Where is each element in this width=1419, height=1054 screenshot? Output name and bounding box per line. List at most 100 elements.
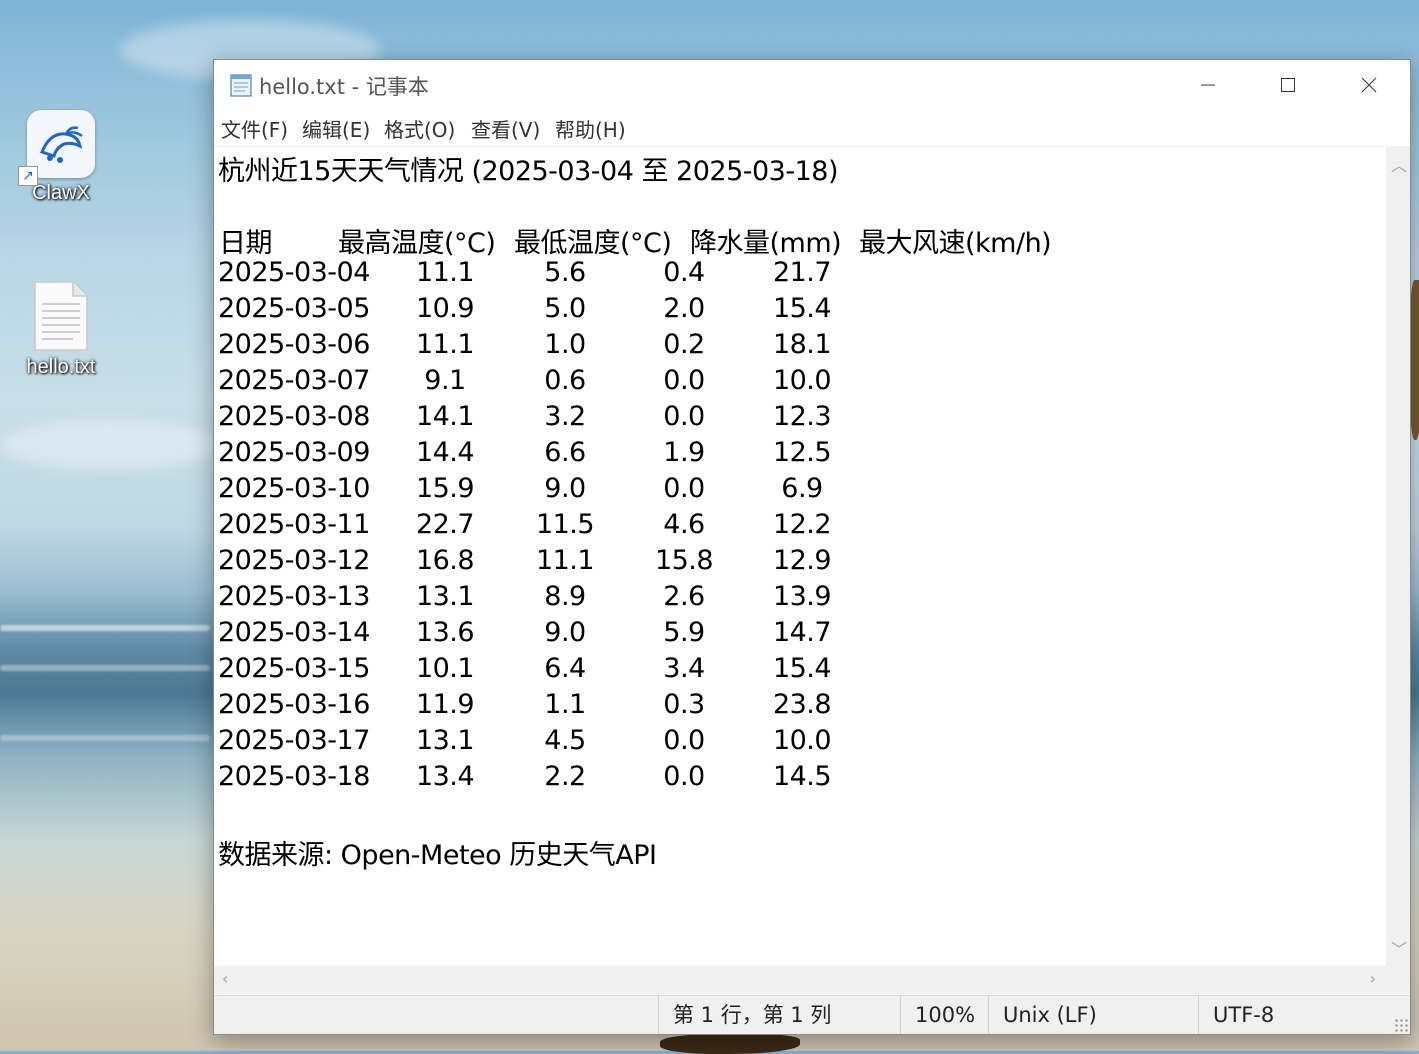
close-button[interactable]	[1329, 60, 1409, 110]
menu-edit[interactable]: 编辑(E)	[302, 114, 370, 143]
row-value: 2.6	[663, 581, 705, 612]
row-value: 6.4	[544, 653, 586, 684]
doc-footer-line: 数据来源: Open-Meteo 历史天气API	[218, 840, 657, 871]
row-value: 5.0	[544, 293, 586, 324]
menu-view[interactable]: 查看(V)	[471, 114, 540, 143]
wave	[0, 735, 210, 741]
claw-app-icon: ↗	[18, 110, 95, 186]
desktop-icon-hello-txt[interactable]: hello.txt	[16, 280, 106, 379]
row-value: 0.0	[663, 761, 705, 792]
row-date: 2025-03-06	[218, 329, 370, 360]
row-value: 1.0	[544, 329, 586, 360]
row-value: 0.4	[663, 257, 705, 288]
row-value: 4.5	[544, 725, 586, 756]
row-value: 0.0	[663, 401, 705, 432]
text-file-icon	[33, 280, 89, 352]
menu-file[interactable]: 文件(F)	[221, 114, 288, 143]
row-value: 11.5	[535, 509, 595, 540]
row-value: 11.1	[535, 545, 595, 576]
row-value: 0.3	[663, 689, 705, 720]
row-value: 13.4	[415, 761, 475, 792]
notepad-window[interactable]: hello.txt - 记事本 文件(F) 编辑(E) 格式(O) 查看(V) …	[213, 59, 1411, 1035]
row-value: 0.0	[663, 725, 705, 756]
row-value: 2.2	[544, 761, 586, 792]
row-date: 2025-03-16	[218, 689, 370, 720]
row-value: 6.6	[544, 437, 586, 468]
row-value: 11.9	[415, 689, 475, 720]
close-icon	[1361, 77, 1377, 93]
header-wind: 最大风速(km/h)	[859, 228, 1052, 259]
row-value: 11.1	[415, 257, 475, 288]
row-value: 15.9	[415, 473, 475, 504]
menu-help[interactable]: 帮助(H)	[555, 114, 626, 143]
row-value: 13.9	[772, 581, 832, 612]
row-value: 15.4	[772, 293, 832, 324]
scroll-up-icon[interactable]: ︿	[1391, 152, 1407, 176]
row-date: 2025-03-17	[218, 725, 370, 756]
row-value: 6.9	[781, 473, 823, 504]
row-value: 8.9	[544, 581, 586, 612]
row-date: 2025-03-12	[218, 545, 370, 576]
maximize-button[interactable]	[1248, 60, 1328, 110]
header-precip: 降水量(mm)	[690, 228, 842, 259]
row-value: 23.8	[772, 689, 832, 720]
row-value: 5.9	[663, 617, 705, 648]
cloud	[0, 420, 220, 470]
notepad-icon	[228, 72, 254, 102]
row-value: 5.6	[544, 257, 586, 288]
row-value: 15.4	[772, 653, 832, 684]
scrollbar-corner	[1386, 966, 1410, 994]
row-date: 2025-03-13	[218, 581, 370, 612]
header-date: 日期	[219, 228, 273, 259]
rock	[660, 1034, 800, 1054]
window-title: hello.txt - 记事本	[259, 75, 429, 99]
scroll-right-icon[interactable]: ›	[1370, 969, 1376, 988]
desktop-icon-label: hello.txt	[26, 356, 96, 378]
row-value: 18.1	[772, 329, 832, 360]
row-value: 11.1	[415, 329, 475, 360]
row-date: 2025-03-05	[218, 293, 370, 324]
row-value: 10.0	[772, 365, 832, 396]
row-value: 14.4	[415, 437, 475, 468]
title-bar[interactable]: hello.txt - 记事本	[214, 60, 1410, 110]
menu-bar: 文件(F) 编辑(E) 格式(O) 查看(V) 帮助(H)	[214, 110, 1410, 146]
row-value: 16.8	[415, 545, 475, 576]
row-date: 2025-03-08	[218, 401, 370, 432]
row-value: 3.2	[544, 401, 586, 432]
row-value: 1.1	[544, 689, 586, 720]
row-value: 9.0	[544, 617, 586, 648]
wave	[0, 665, 210, 671]
row-value: 1.9	[663, 437, 705, 468]
desktop-icon-clawx[interactable]: ↗ ClawX	[16, 110, 106, 205]
horizontal-scrollbar[interactable]: ‹ ›	[214, 966, 1386, 994]
row-value: 14.1	[415, 401, 475, 432]
row-value: 15.8	[654, 545, 714, 576]
status-line-ending: Unix (LF)	[988, 996, 1199, 1034]
scroll-left-icon[interactable]: ‹	[222, 969, 228, 988]
row-value: 0.6	[544, 365, 586, 396]
row-value: 12.2	[772, 509, 832, 540]
row-value: 12.9	[772, 545, 832, 576]
status-encoding: UTF-8	[1198, 996, 1393, 1034]
menu-format[interactable]: 格式(O)	[384, 114, 455, 143]
row-date: 2025-03-10	[218, 473, 370, 504]
shortcut-arrow-icon: ↗	[18, 166, 38, 186]
header-min-temp: 最低温度(°C)	[514, 228, 672, 259]
row-date: 2025-03-15	[218, 653, 370, 684]
row-date: 2025-03-11	[218, 509, 370, 540]
row-value: 9.0	[544, 473, 586, 504]
row-value: 0.0	[663, 473, 705, 504]
row-value: 2.0	[663, 293, 705, 324]
text-editor[interactable]: 杭州近15天天气情况 (2025-03-04 至 2025-03-18) 日期 …	[214, 146, 1386, 967]
row-value: 4.6	[663, 509, 705, 540]
row-value: 0.0	[663, 365, 705, 396]
row-value: 22.7	[415, 509, 475, 540]
row-value: 10.0	[772, 725, 832, 756]
minimize-button[interactable]	[1168, 60, 1248, 110]
vertical-scrollbar[interactable]: ︿ ﹀	[1386, 146, 1410, 966]
resize-grip-icon[interactable]	[1394, 1018, 1408, 1032]
row-date: 2025-03-07	[218, 365, 370, 396]
row-value: 3.4	[663, 653, 705, 684]
scroll-down-icon[interactable]: ﹀	[1391, 936, 1407, 960]
doc-title-line: 杭州近15天天气情况 (2025-03-04 至 2025-03-18)	[218, 156, 839, 187]
